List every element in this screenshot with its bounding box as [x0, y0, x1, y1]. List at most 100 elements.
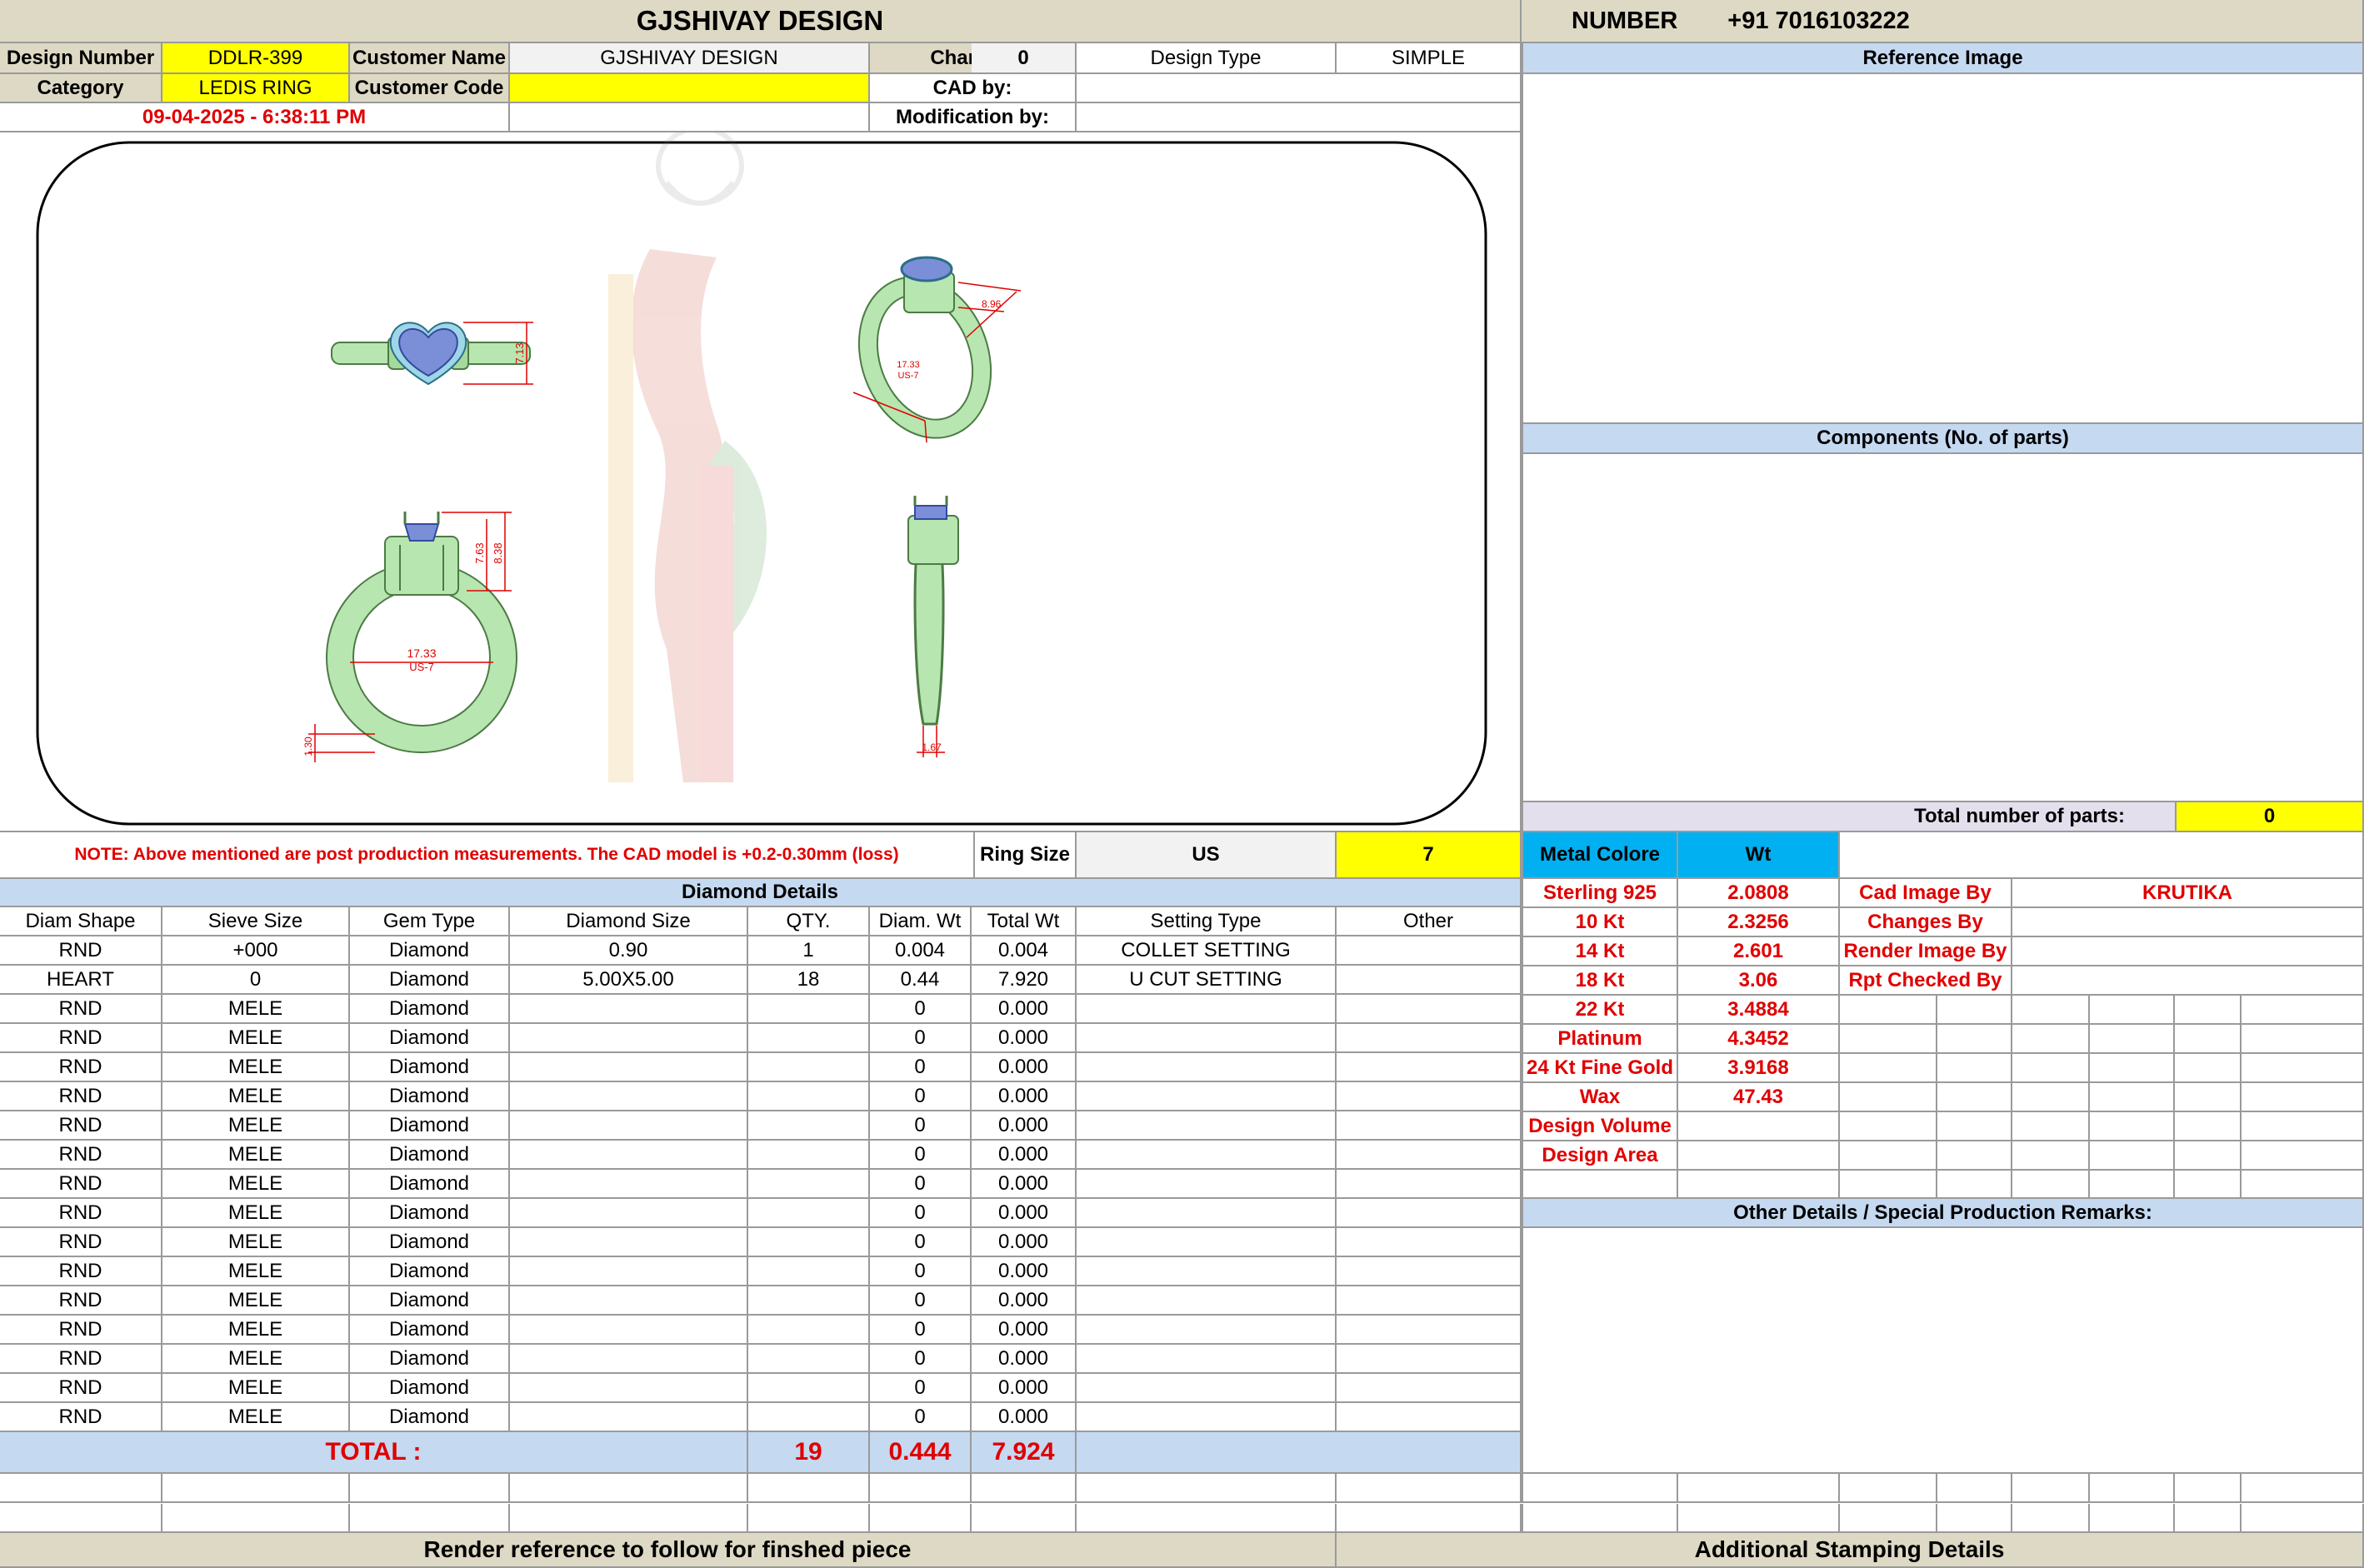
- grid-cell[interactable]: [2175, 1474, 2242, 1503]
- metal-weight-cell[interactable]: [1678, 1141, 1840, 1171]
- grid-cell[interactable]: [2012, 996, 2090, 1025]
- col-total-wt-cell[interactable]: 0.000: [972, 1403, 1077, 1432]
- col-sieve-size-cell[interactable]: MELE: [162, 1345, 350, 1374]
- grid-cell[interactable]: [2012, 1112, 2090, 1141]
- col-diamond-size-cell[interactable]: [510, 1199, 748, 1228]
- grid-cell[interactable]: [2175, 1141, 2242, 1171]
- col-diamond-size-cell[interactable]: [510, 1316, 748, 1345]
- grid-cell[interactable]: [1840, 1112, 1937, 1141]
- col-qty-cell[interactable]: [748, 1286, 870, 1316]
- grid-cell[interactable]: [1840, 1054, 1937, 1083]
- col-total-wt-cell[interactable]: 0.000: [972, 1024, 1077, 1053]
- grid-cell[interactable]: [2012, 1171, 2090, 1199]
- metal-weight-cell[interactable]: 3.9168: [1678, 1054, 1840, 1083]
- col-qty-cell[interactable]: [748, 1345, 870, 1374]
- grid-cell[interactable]: [2090, 1171, 2175, 1199]
- grid-cell[interactable]: [1937, 1112, 2012, 1141]
- col-diam-shape-cell[interactable]: RND: [0, 1345, 162, 1374]
- grid-cell[interactable]: [972, 1474, 1077, 1503]
- grid-cell[interactable]: [162, 1474, 350, 1503]
- col-qty-cell[interactable]: [748, 1111, 870, 1141]
- col-sieve-size-cell[interactable]: MELE: [162, 1316, 350, 1345]
- grid-cell[interactable]: [1937, 1504, 2012, 1533]
- col-setting-type-cell[interactable]: [1077, 1374, 1337, 1403]
- grid-cell[interactable]: [162, 1504, 350, 1533]
- grid-cell[interactable]: [1678, 1504, 1840, 1533]
- col-other-cell[interactable]: [1337, 1374, 1522, 1403]
- col-diam-shape-cell[interactable]: RND: [0, 995, 162, 1024]
- metal-weight-cell[interactable]: 2.601: [1678, 937, 1840, 966]
- col-total-wt-cell[interactable]: 0.000: [972, 1141, 1077, 1170]
- grid-cell[interactable]: [1840, 1171, 1937, 1199]
- grid-cell[interactable]: [2090, 996, 2175, 1025]
- metal-weight-cell[interactable]: 2.0808: [1678, 879, 1840, 908]
- col-diam-shape-cell[interactable]: RND: [0, 1141, 162, 1170]
- col-total-wt-cell[interactable]: 0.000: [972, 1257, 1077, 1286]
- col-qty-cell[interactable]: [748, 1316, 870, 1345]
- grid-cell[interactable]: [510, 1474, 748, 1503]
- grid-cell[interactable]: [972, 1504, 1077, 1533]
- col-gem-type-cell[interactable]: Diamond: [350, 1024, 510, 1053]
- grid-cell[interactable]: [1937, 1083, 2012, 1112]
- grid-cell[interactable]: [2242, 1083, 2364, 1112]
- col-other-cell[interactable]: [1337, 1403, 1522, 1432]
- col-diam-wt-cell[interactable]: 0: [870, 1403, 972, 1432]
- col-setting-type-cell[interactable]: [1077, 1111, 1337, 1141]
- credit-value[interactable]: [2012, 937, 2364, 966]
- col-diam-shape-cell[interactable]: RND: [0, 1403, 162, 1432]
- grid-cell[interactable]: [2242, 1141, 2364, 1171]
- modification-value[interactable]: [1077, 103, 1522, 132]
- col-diam-shape-cell[interactable]: RND: [0, 1374, 162, 1403]
- grid-cell[interactable]: [1937, 1474, 2012, 1503]
- col-total-wt-cell[interactable]: 0.000: [972, 1228, 1077, 1257]
- col-other-cell[interactable]: [1337, 1111, 1522, 1141]
- col-gem-type-cell[interactable]: Diamond: [350, 966, 510, 995]
- col-diam-wt-cell[interactable]: 0: [870, 1053, 972, 1082]
- col-diam-shape-cell[interactable]: RND: [0, 1199, 162, 1228]
- metal-weight-cell[interactable]: 3.4884: [1678, 996, 1840, 1025]
- col-diamond-size-cell[interactable]: [510, 1082, 748, 1111]
- grid-cell[interactable]: [2242, 1474, 2364, 1503]
- col-diam-shape-cell[interactable]: RND: [0, 1082, 162, 1111]
- grid-cell[interactable]: [0, 1504, 162, 1533]
- col-sieve-size-cell[interactable]: MELE: [162, 1141, 350, 1170]
- grid-cell[interactable]: [1937, 1141, 2012, 1171]
- credit-value[interactable]: [2012, 908, 2364, 937]
- col-other-cell[interactable]: [1337, 1053, 1522, 1082]
- col-other-cell[interactable]: [1337, 1257, 1522, 1286]
- grid-cell[interactable]: [350, 1474, 510, 1503]
- col-diamond-size-cell[interactable]: [510, 1053, 748, 1082]
- grid-cell[interactable]: [2090, 1504, 2175, 1533]
- col-diam-wt-cell[interactable]: 0: [870, 1228, 972, 1257]
- col-setting-type-cell[interactable]: [1077, 1170, 1337, 1199]
- col-total-wt-cell[interactable]: 0.000: [972, 995, 1077, 1024]
- col-sieve-size-cell[interactable]: MELE: [162, 1374, 350, 1403]
- cad-by-value[interactable]: [1077, 74, 1522, 103]
- col-qty-cell[interactable]: 1: [748, 936, 870, 966]
- col-gem-type-cell[interactable]: Diamond: [350, 1374, 510, 1403]
- grid-cell[interactable]: [1522, 1474, 1678, 1503]
- col-setting-type-cell[interactable]: [1077, 1345, 1337, 1374]
- grid-cell[interactable]: [748, 1504, 870, 1533]
- grid-cell[interactable]: [2175, 1054, 2242, 1083]
- col-qty-cell[interactable]: [748, 1053, 870, 1082]
- grid-cell[interactable]: [870, 1504, 972, 1533]
- grid-cell[interactable]: [2012, 1025, 2090, 1054]
- col-sieve-size-cell[interactable]: MELE: [162, 1111, 350, 1141]
- col-diam-shape-cell[interactable]: RND: [0, 1024, 162, 1053]
- col-gem-type-cell[interactable]: Diamond: [350, 1141, 510, 1170]
- col-diam-wt-cell[interactable]: 0: [870, 1170, 972, 1199]
- col-sieve-size-cell[interactable]: MELE: [162, 1082, 350, 1111]
- col-other-cell[interactable]: [1337, 995, 1522, 1024]
- grid-cell[interactable]: [2090, 1083, 2175, 1112]
- col-sieve-size-cell[interactable]: MELE: [162, 1403, 350, 1432]
- changes-value[interactable]: 0: [972, 43, 1077, 74]
- grid-cell[interactable]: [1840, 1504, 1937, 1533]
- col-setting-type-cell[interactable]: [1077, 1199, 1337, 1228]
- grid-cell[interactable]: [2012, 1504, 2090, 1533]
- grid-cell[interactable]: [2242, 1171, 2364, 1199]
- col-diam-shape-cell[interactable]: RND: [0, 936, 162, 966]
- metal-weight-cell[interactable]: 4.3452: [1678, 1025, 1840, 1054]
- col-total-wt-cell[interactable]: 7.920: [972, 966, 1077, 995]
- customer-code-value[interactable]: [510, 74, 870, 103]
